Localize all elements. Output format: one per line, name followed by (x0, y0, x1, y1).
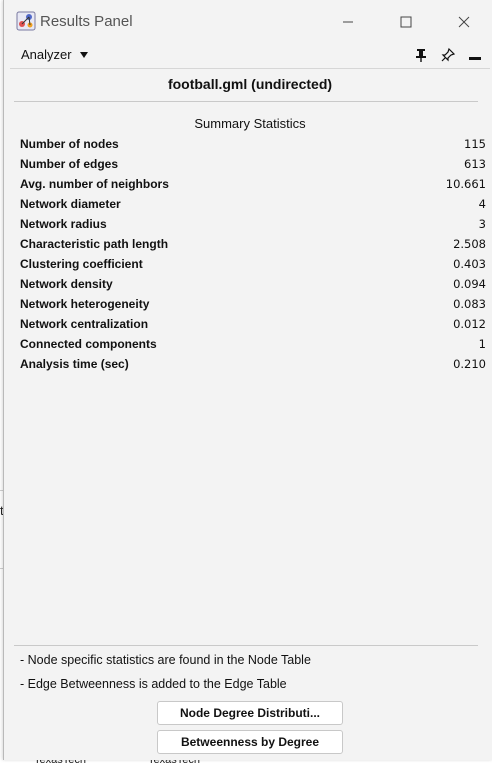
stat-value: 0.094 (453, 277, 486, 291)
network-file-title: football.gml (undirected) (167, 76, 333, 92)
minimize-icon (343, 21, 353, 23)
panel-toolbar: Analyzer (10, 42, 490, 69)
stat-value: 4 (478, 197, 486, 211)
stat-label: Connected components (20, 337, 157, 351)
stat-row: Network radius 3 (20, 217, 486, 237)
stat-row: Connected components 1 (20, 337, 486, 357)
stat-label: Avg. number of neighbors (20, 177, 169, 191)
stat-value: 3 (478, 217, 486, 231)
stat-label: Network heterogeneity (20, 297, 150, 311)
divider (14, 101, 478, 102)
pin-icon[interactable] (413, 47, 429, 63)
maximize-button[interactable] (383, 6, 429, 38)
float-icon[interactable] (440, 47, 456, 63)
stat-label: Number of nodes (20, 137, 119, 151)
stat-label: Network density (20, 277, 113, 291)
dropdown-arrow-icon (79, 51, 88, 58)
stat-value: 2.508 (453, 237, 486, 251)
stat-row: Characteristic path length 2.508 (20, 237, 486, 257)
stat-label: Characteristic path length (20, 237, 169, 251)
summary-statistics-heading: Summary Statistics (194, 116, 306, 131)
title-bar[interactable]: Results Panel (4, 0, 492, 42)
stat-value: 613 (464, 157, 486, 171)
stat-row: Clustering coefficient 0.403 (20, 257, 486, 277)
analyzer-label: Analyzer (21, 47, 72, 62)
stat-value: 0.012 (453, 317, 486, 331)
divider (14, 645, 478, 646)
node-degree-distribution-button[interactable]: Node Degree Distributi... (157, 701, 343, 725)
stat-row: Avg. number of neighbors 10.661 (20, 177, 486, 197)
maximize-icon (400, 16, 412, 28)
stat-label: Network diameter (20, 197, 121, 211)
stat-value: 0.403 (453, 257, 486, 271)
stat-row: Network diameter 4 (20, 197, 486, 217)
stat-row: Network centralization 0.012 (20, 317, 486, 337)
stat-value: 10.661 (445, 177, 486, 191)
analyzer-dropdown[interactable]: Analyzer (21, 47, 88, 62)
stat-value: 0.210 (453, 357, 486, 371)
stat-row: Number of edges 613 (20, 157, 486, 177)
results-content: football.gml (undirected) Summary Statis… (10, 69, 490, 759)
window-title: Results Panel (40, 13, 133, 30)
stat-row: Analysis time (sec) 0.210 (20, 357, 486, 377)
stat-label: Clustering coefficient (20, 257, 143, 271)
stat-value: 0.083 (453, 297, 486, 311)
note-node-table: - Node specific statistics are found in … (20, 653, 311, 667)
stat-value: 1 (478, 337, 486, 351)
cytoscape-icon (16, 11, 36, 31)
note-edge-table: - Edge Betweenness is added to the Edge … (20, 677, 287, 691)
stat-row: Network density 0.094 (20, 277, 486, 297)
stat-label: Analysis time (sec) (20, 357, 129, 371)
stat-label: Network centralization (20, 317, 149, 331)
betweenness-by-degree-button[interactable]: Betweenness by Degree (157, 730, 343, 754)
stat-label: Number of edges (20, 157, 119, 171)
close-icon (458, 16, 470, 28)
stat-row: Number of nodes 115 (20, 137, 486, 157)
minimize-panel-icon[interactable] (467, 47, 483, 63)
close-button[interactable] (441, 6, 487, 38)
minimize-button[interactable] (325, 6, 371, 38)
stat-label: Network radius (20, 217, 107, 231)
results-panel-window: Results Panel Analyzer football.gml (und… (3, 0, 492, 760)
stat-row: Network heterogeneity 0.083 (20, 297, 486, 317)
stat-value: 115 (464, 137, 486, 151)
